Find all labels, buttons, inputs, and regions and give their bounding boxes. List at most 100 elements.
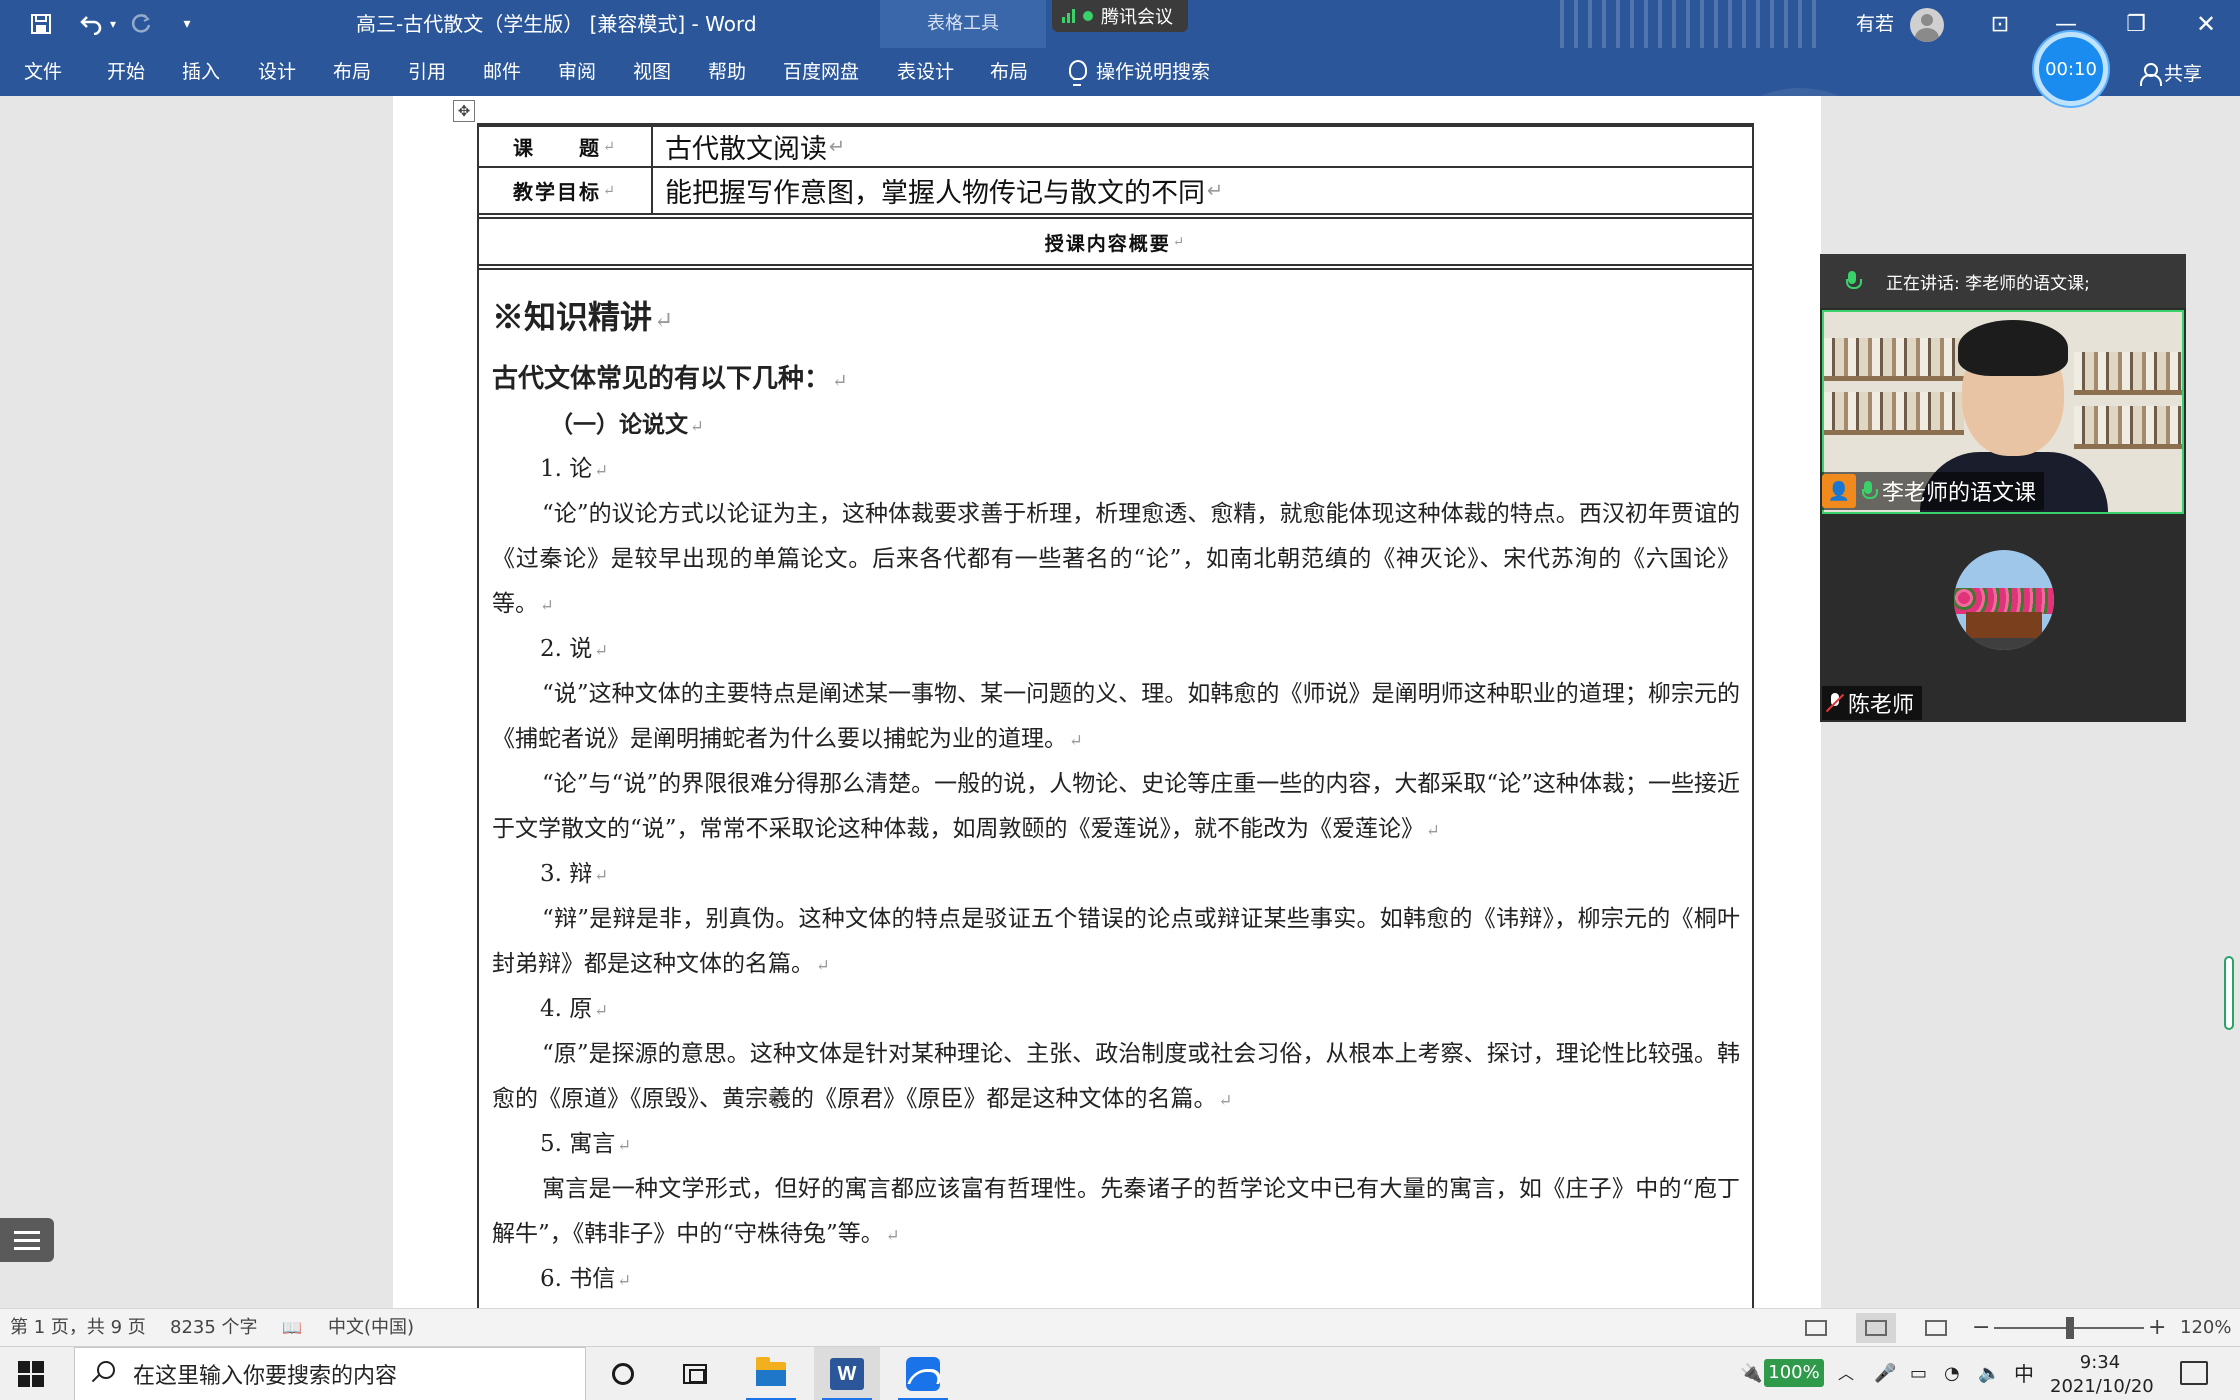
zoom-out-button[interactable]: −: [1972, 1309, 1990, 1347]
paragraph[interactable]: “论”与“说”的界限很难分得那么清楚。一般的说，人物论、史论等庄重一些的内容，大…: [492, 762, 1740, 853]
word-count[interactable]: 8235 个字: [170, 1309, 258, 1347]
tab-insert[interactable]: 插入: [182, 48, 220, 96]
share-button[interactable]: 共享: [2140, 48, 2202, 96]
tab-table-design[interactable]: 表设计: [897, 48, 954, 96]
redo-icon[interactable]: [126, 0, 156, 48]
speaking-indicator: 正在讲话: 李老师的语文课;: [1820, 254, 2186, 308]
summary-heading: 授课内容概要: [1044, 232, 1171, 255]
file-explorer-icon[interactable]: [738, 1347, 804, 1400]
tab-help[interactable]: 帮助: [708, 48, 746, 96]
paragraph[interactable]: “说”这种文体的主要特点是阐述某一事物、某一问题的义、理。如韩愈的《师说》是阐明…: [492, 672, 1740, 763]
paragraph[interactable]: “辩”是辩是非，别真伪。这种文体的特点是驳证五个错误的论点或辩证某些事实。如韩愈…: [492, 897, 1740, 988]
system-clock[interactable]: 9:34 2021/10/20: [2050, 1347, 2154, 1400]
list-item[interactable]: 5. 寓言 ↵: [492, 1122, 1740, 1168]
bookshelf-graphic: [1824, 392, 1964, 430]
bookshelf-graphic: [2074, 406, 2182, 444]
customize-qat-icon[interactable]: ▾: [176, 0, 198, 48]
ribbon-display-options-icon[interactable]: ⊡: [1980, 0, 2020, 48]
paragraph-text: “说”这种文体的主要特点是阐述某一事物、某一问题的义、理。如韩愈的《师说》是阐明…: [492, 681, 1740, 752]
heading-knowledge[interactable]: ※知识精讲↵: [492, 292, 1740, 346]
windows-taskbar: 在这里输入你要搜索的内容 W 🔌 100% ︿ 🎤 ▭ ◔ 🔈 中 9:34 2…: [0, 1346, 2240, 1400]
notification-center-icon[interactable]: [2180, 1361, 2208, 1385]
paragraph-mark: ↵: [1069, 731, 1083, 750]
heading-genres[interactable]: 古代文体常见的有以下几种： ↵: [492, 357, 1740, 404]
windows-start-icon[interactable]: [18, 1361, 44, 1387]
undo-dropdown-icon[interactable]: ▾: [106, 0, 120, 48]
topic-value: 古代散文阅读: [665, 134, 827, 165]
taskbar-search-input[interactable]: 在这里输入你要搜索的内容: [74, 1347, 586, 1400]
tab-file[interactable]: 文件: [24, 48, 62, 96]
zoom-level[interactable]: 120%: [2180, 1309, 2231, 1347]
close-icon[interactable]: ✕: [2186, 0, 2226, 48]
paragraph-mark: ↵: [1207, 179, 1224, 202]
tab-references[interactable]: 引用: [408, 48, 446, 96]
list-item[interactable]: 6. 书信 ↵: [492, 1257, 1740, 1303]
item-text: 4. 原: [540, 996, 593, 1022]
task-view-icon[interactable]: [662, 1347, 728, 1400]
show-hidden-icons-icon[interactable]: ︿: [1838, 1347, 1854, 1400]
tab-review[interactable]: 审阅: [558, 48, 596, 96]
volume-icon[interactable]: 🔈: [1978, 1347, 2000, 1400]
tab-table-layout[interactable]: 布局: [990, 48, 1028, 96]
tab-view[interactable]: 视图: [633, 48, 671, 96]
goal-value-cell[interactable]: 能把握写作意图，掌握人物传记与散文的不同 ↵: [665, 168, 1223, 213]
ime-indicator[interactable]: 中: [2014, 1347, 2034, 1400]
tab-layout[interactable]: 布局: [333, 48, 371, 96]
topic-value-cell[interactable]: 古代散文阅读 ↵: [665, 127, 845, 166]
microphone-icon[interactable]: 🎤: [1874, 1347, 1896, 1400]
summary-heading-cell[interactable]: 授课内容概要 ↵: [479, 218, 1752, 266]
participant-avatar[interactable]: [1954, 550, 2054, 650]
power-plug-icon[interactable]: 🔌: [1740, 1347, 1762, 1400]
topic-label-cell[interactable]: 课 题 ↵: [479, 127, 651, 166]
paragraph[interactable]: “原”是探源的意思。这种文体是针对某种理论、主张、政治制度或社会习俗，从根本上考…: [492, 1032, 1740, 1123]
meeting-timer[interactable]: 00:10: [2034, 32, 2108, 106]
table-move-handle-icon[interactable]: ✥: [453, 100, 475, 122]
user-avatar[interactable]: [1910, 8, 1944, 42]
web-layout-icon[interactable]: [1916, 1313, 1956, 1343]
tab-baidu-netdisk[interactable]: 百度网盘: [783, 48, 859, 96]
tab-home[interactable]: 开始: [107, 48, 145, 96]
shelf-graphic: [2074, 390, 2182, 395]
list-item[interactable]: 4. 原 ↵: [492, 987, 1740, 1033]
section-argumentative[interactable]: （一）论说文 ↵: [492, 402, 1740, 449]
restore-icon[interactable]: ❐: [2116, 0, 2156, 48]
meeting-badge[interactable]: 腾讯会议: [1052, 0, 1188, 32]
list-item[interactable]: 1. 论 ↵: [492, 447, 1740, 493]
word-app-icon[interactable]: W: [814, 1347, 880, 1400]
paragraph[interactable]: 寓言是一种文学形式，但好的寓言都应该富有哲理性。先秦诸子的哲学论文中已有大量的寓…: [492, 1167, 1740, 1258]
wifi-icon[interactable]: ◔: [1944, 1347, 1960, 1400]
zoom-slider-thumb[interactable]: [2066, 1317, 2074, 1339]
vertical-scrollbar[interactable]: [2224, 956, 2234, 1030]
user-name[interactable]: 有若: [1856, 0, 1894, 48]
zoom-in-button[interactable]: +: [2148, 1309, 2166, 1347]
goal-label: 教学目标: [512, 180, 601, 204]
navigation-pane-icon[interactable]: [0, 1218, 54, 1262]
paragraph-mark: ↵: [829, 135, 846, 158]
mic-muted-icon: [1828, 693, 1842, 713]
goal-label-cell[interactable]: 教学目标 ↵: [479, 168, 651, 213]
tell-me-search[interactable]: 操作说明搜索: [1068, 48, 1210, 96]
battery-indicator[interactable]: 100%: [1764, 1359, 1824, 1387]
host-badge-icon: 👤: [1822, 474, 1856, 508]
list-item[interactable]: 2. 说 ↵: [492, 627, 1740, 673]
proofing-icon[interactable]: 📖: [282, 1309, 302, 1347]
paragraph-text: “论”与“说”的界限很难分得那么清楚。一般的说，人物论、史论等庄重一些的内容，大…: [492, 771, 1740, 842]
save-icon[interactable]: [26, 0, 56, 48]
paragraph[interactable]: “论”的议论方式以论证为主，这种体裁要求善于析理，析理愈透、愈精，就愈能体现这种…: [492, 492, 1740, 628]
page-count[interactable]: 第 1 页，共 9 页: [10, 1309, 146, 1347]
tab-mailings[interactable]: 邮件: [483, 48, 521, 96]
heading-text: ※知识精讲: [492, 298, 653, 336]
battery-tray-icon[interactable]: ▭: [1910, 1347, 1927, 1400]
language-indicator[interactable]: 中文(中国): [328, 1309, 414, 1347]
tab-design[interactable]: 设计: [258, 48, 296, 96]
paragraph-text: “辩”是辩是非，别真伪。这种文体的特点是驳证五个错误的论点或辩证某些事实。如韩愈…: [492, 906, 1740, 977]
read-mode-icon[interactable]: [1796, 1313, 1836, 1343]
share-person-icon: [2140, 62, 2162, 86]
tencent-meeting-icon[interactable]: [890, 1347, 956, 1400]
participant-name: 李老师的语文课: [1882, 481, 2037, 506]
mic-icon: [1846, 271, 1862, 291]
cortana-icon[interactable]: [590, 1347, 656, 1400]
shelf-graphic: [1824, 376, 1964, 381]
list-item[interactable]: 3. 辩 ↵: [492, 852, 1740, 898]
print-layout-icon[interactable]: [1856, 1313, 1896, 1343]
